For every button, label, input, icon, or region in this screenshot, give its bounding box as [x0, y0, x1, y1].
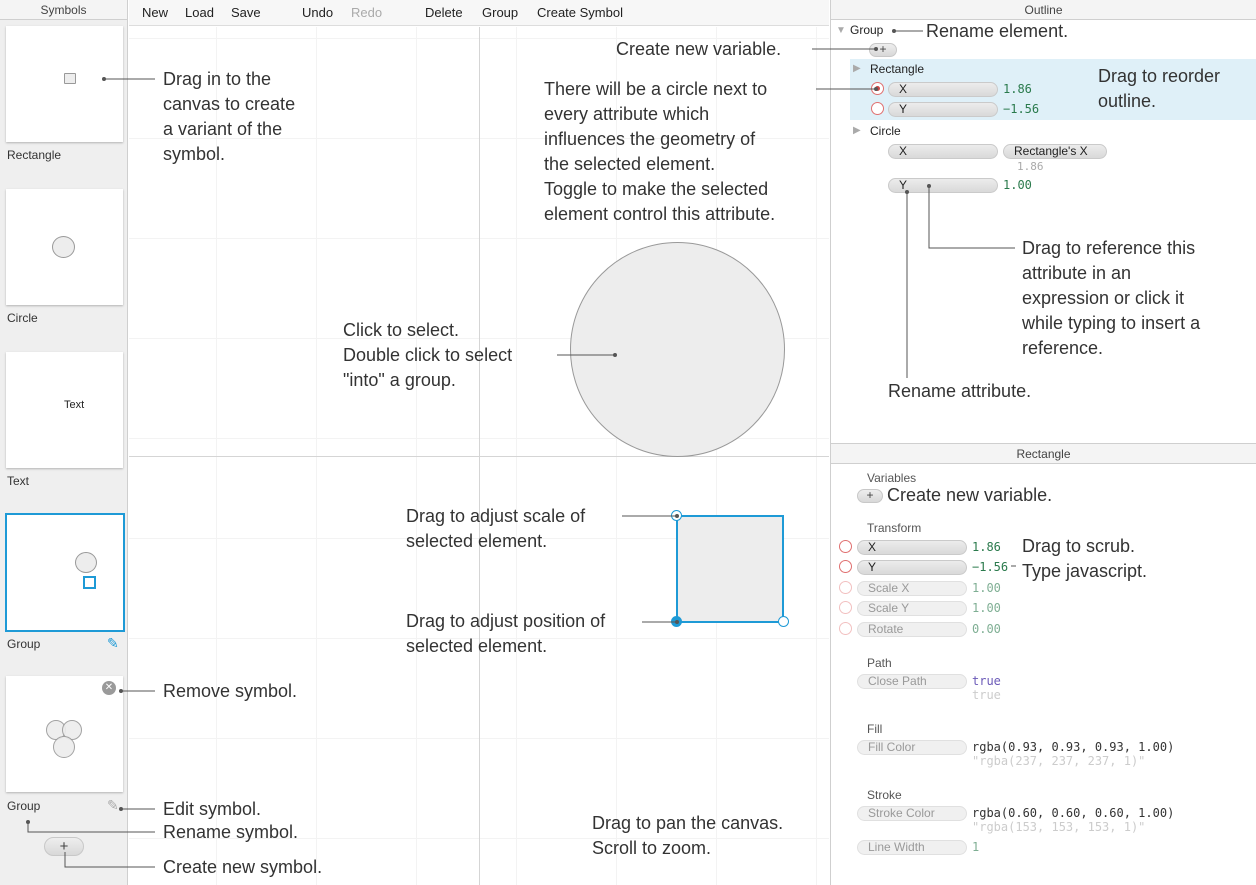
annotation-adjust-position: Drag to adjust position of selected elem…: [406, 611, 606, 656]
annotation-rename-symbol: Rename symbol.: [163, 822, 299, 842]
annotation-create-variable-outline: Create new variable.: [616, 39, 782, 59]
annotation-reference: Drag to reference this attribute in an e…: [1022, 238, 1201, 358]
annotation-scrub: Drag to scrub. Type javascript.: [1022, 536, 1148, 581]
annotation-create-symbol: Create new symbol.: [163, 857, 323, 877]
annotation-edit-symbol: Edit symbol.: [163, 799, 262, 819]
annotation-drag-in: Drag in to the canvas to create a varian…: [163, 69, 296, 164]
annotation-create-variable-inspector: Create new variable.: [887, 485, 1053, 505]
annotation-rename-attribute: Rename attribute.: [888, 381, 1032, 401]
annotation-click-select: Click to select. Double click to select …: [343, 320, 513, 390]
annotation-reorder: Drag to reorder outline.: [1098, 66, 1221, 111]
annotation-pan-canvas: Drag to pan the canvas. Scroll to zoom.: [592, 813, 784, 858]
annotation-remove-symbol: Remove symbol.: [163, 681, 298, 701]
annotation-circle-next: There will be a circle next to every att…: [544, 79, 776, 224]
annotation-adjust-scale: Drag to adjust scale of selected element…: [406, 506, 586, 551]
annotation-rename-element: Rename element.: [926, 21, 1069, 41]
